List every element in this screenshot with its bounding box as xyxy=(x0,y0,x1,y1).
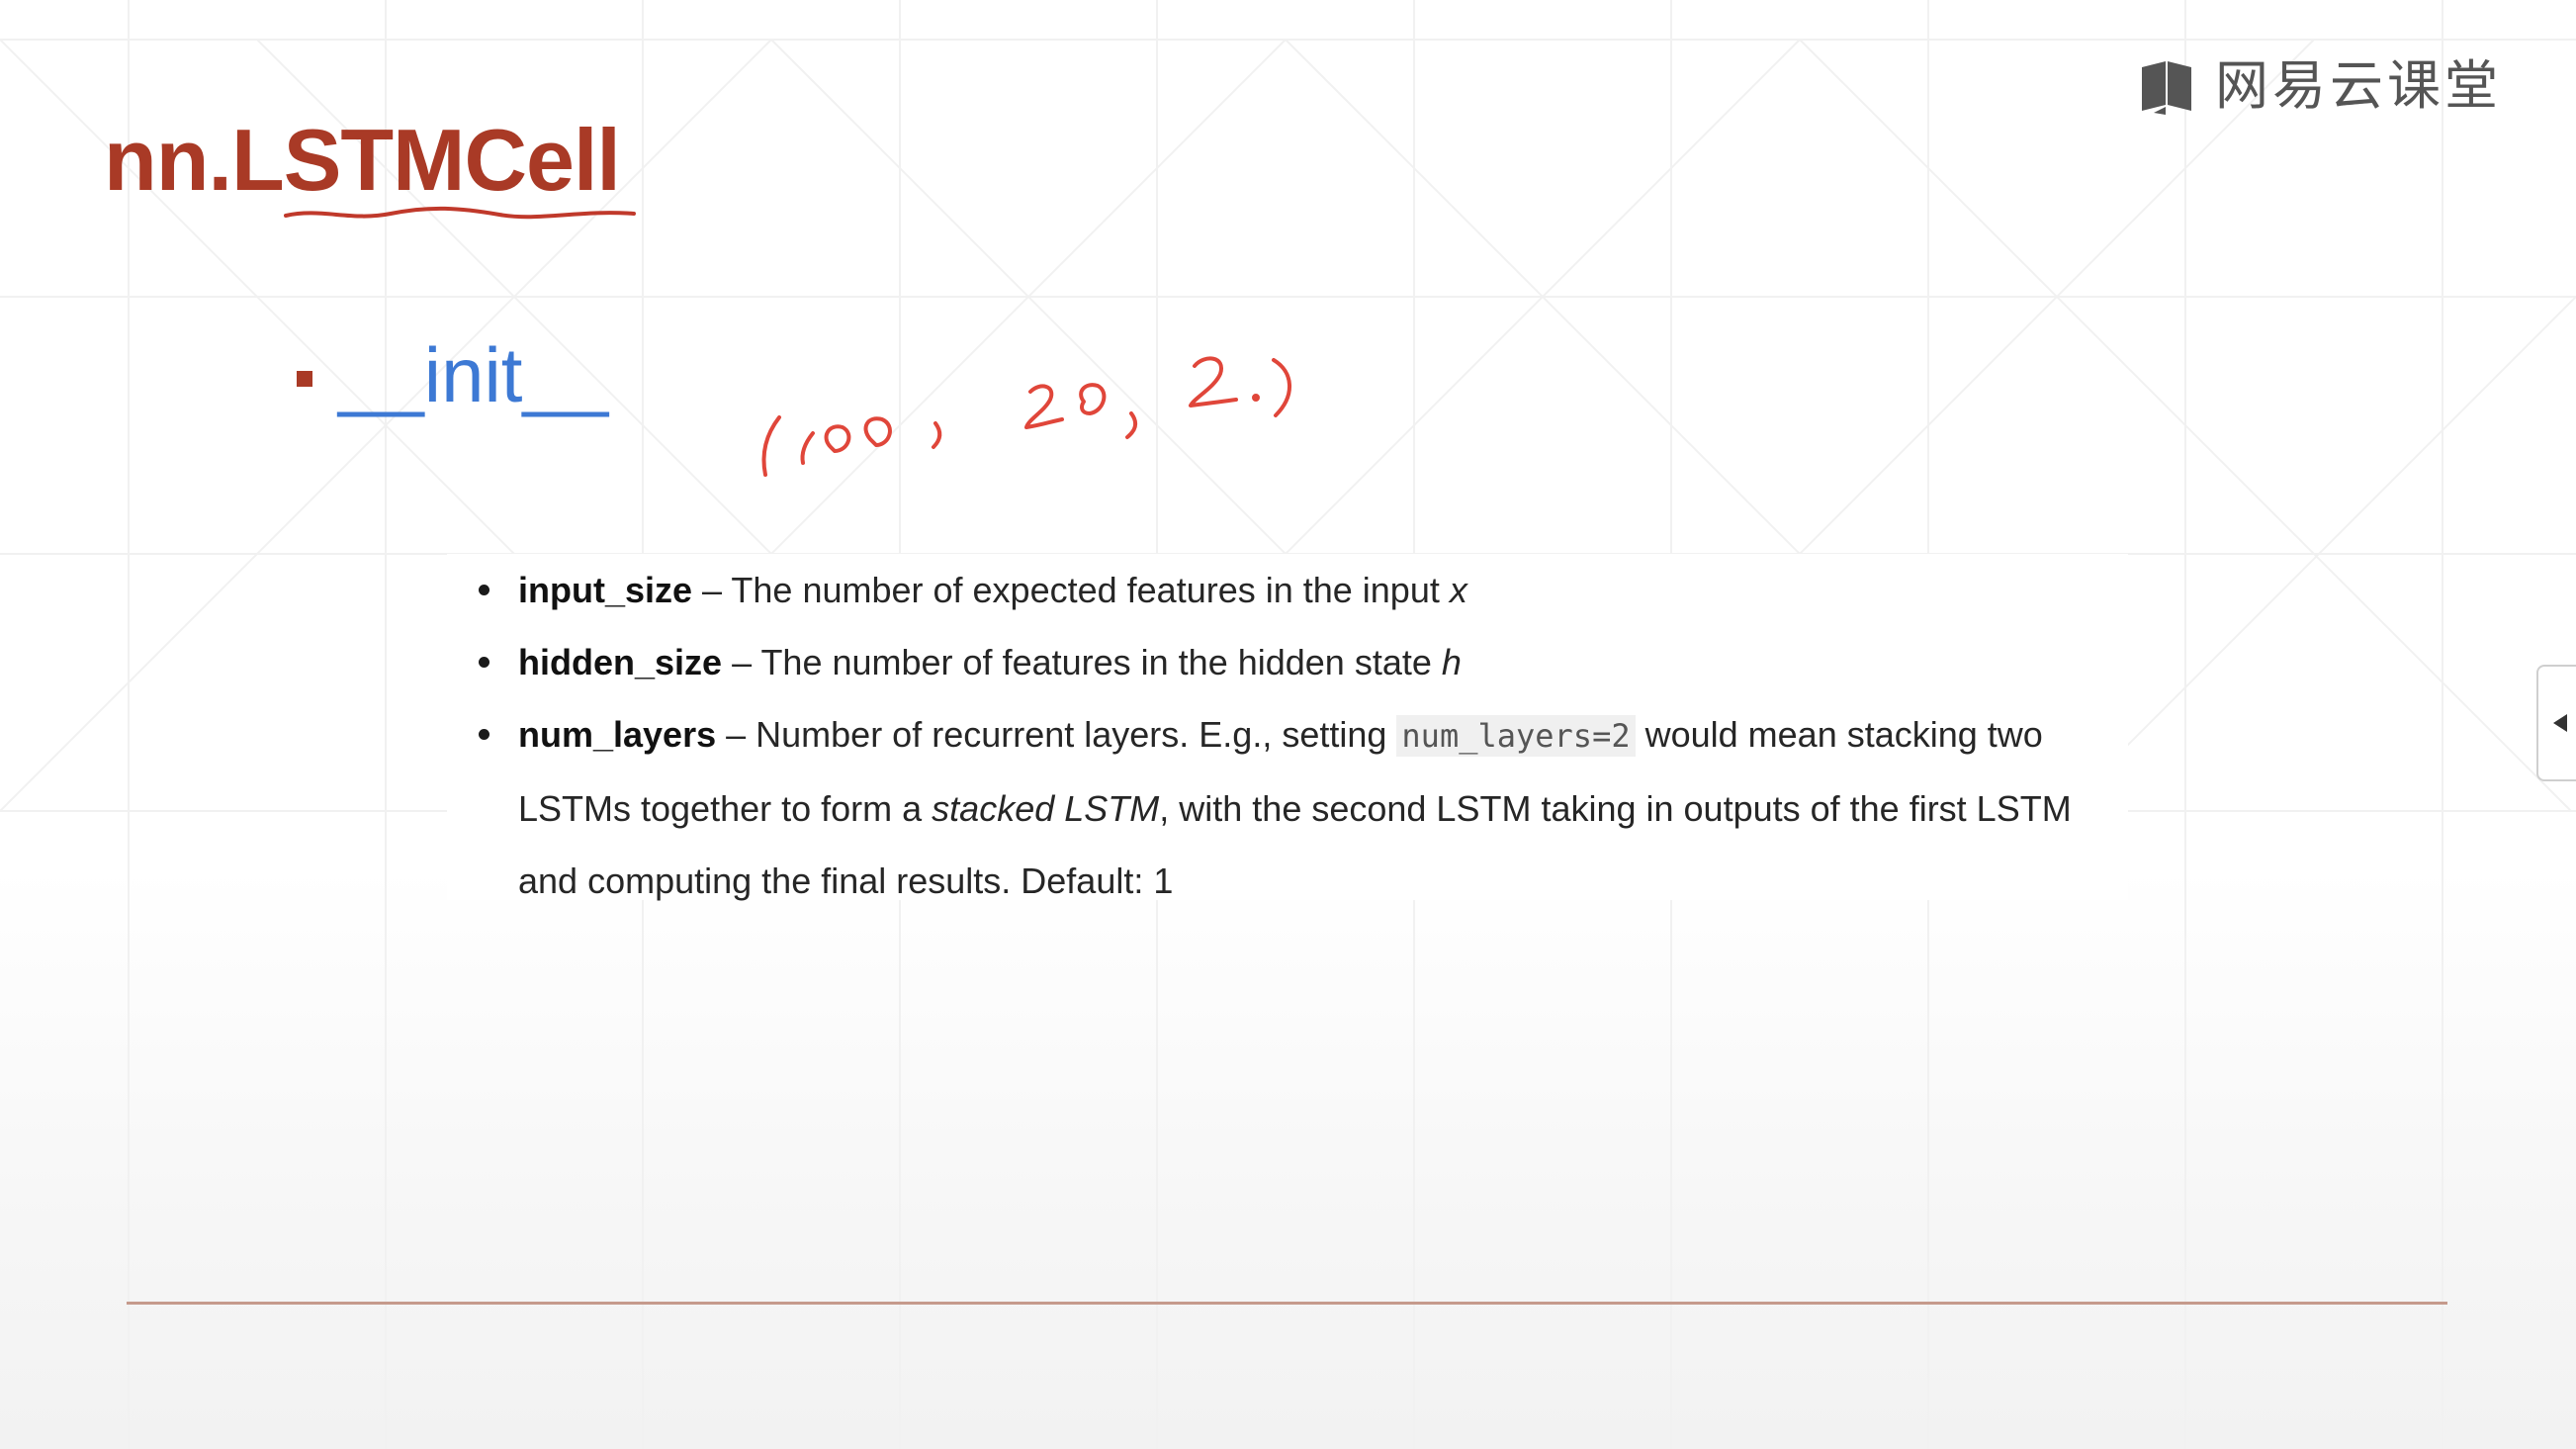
section-bullet xyxy=(297,371,312,387)
param-description: Number of recurrent layers. E.g., settin… xyxy=(755,714,1397,755)
book-icon xyxy=(2136,57,2197,115)
param-separator: – xyxy=(722,642,761,682)
param-symbol: x xyxy=(1449,570,1467,610)
parameter-doc: input_size – The number of expected feat… xyxy=(447,554,2128,901)
section-heading: __init__ xyxy=(338,331,609,418)
collapse-arrow-icon xyxy=(2553,714,2567,732)
param-input-size: input_size – The number of expected feat… xyxy=(479,554,2100,626)
code-snippet: num_layers=2 xyxy=(1396,715,1636,757)
param-name: num_layers xyxy=(518,714,717,755)
list-bullet xyxy=(479,657,489,668)
title-underline xyxy=(284,206,636,220)
parameter-list: input_size – The number of expected feat… xyxy=(479,554,2100,917)
emphasis-text: stacked LSTM xyxy=(932,788,1160,829)
param-name: hidden_size xyxy=(518,642,723,682)
list-bullet xyxy=(479,585,489,595)
param-separator: – xyxy=(716,714,756,755)
param-name: input_size xyxy=(518,570,693,610)
param-description: The number of expected features in the i… xyxy=(731,570,1450,610)
param-hidden-size: hidden_size – The number of features in … xyxy=(479,626,2100,698)
footer-divider xyxy=(127,1302,2447,1305)
param-num-layers: num_layers – Number of recurrent layers.… xyxy=(479,698,2100,917)
slide-title: nn.LSTMCell xyxy=(104,111,621,209)
param-description: The number of features in the hidden sta… xyxy=(760,642,1442,682)
side-panel-toggle[interactable] xyxy=(2536,665,2576,781)
list-bullet xyxy=(479,729,489,740)
brand-name: 网易云课堂 xyxy=(2215,54,2502,117)
handwritten-annotation xyxy=(761,356,1291,477)
param-separator: – xyxy=(692,570,732,610)
param-symbol: h xyxy=(1441,642,1462,682)
brand-logo: 网易云课堂 xyxy=(2136,57,2502,115)
